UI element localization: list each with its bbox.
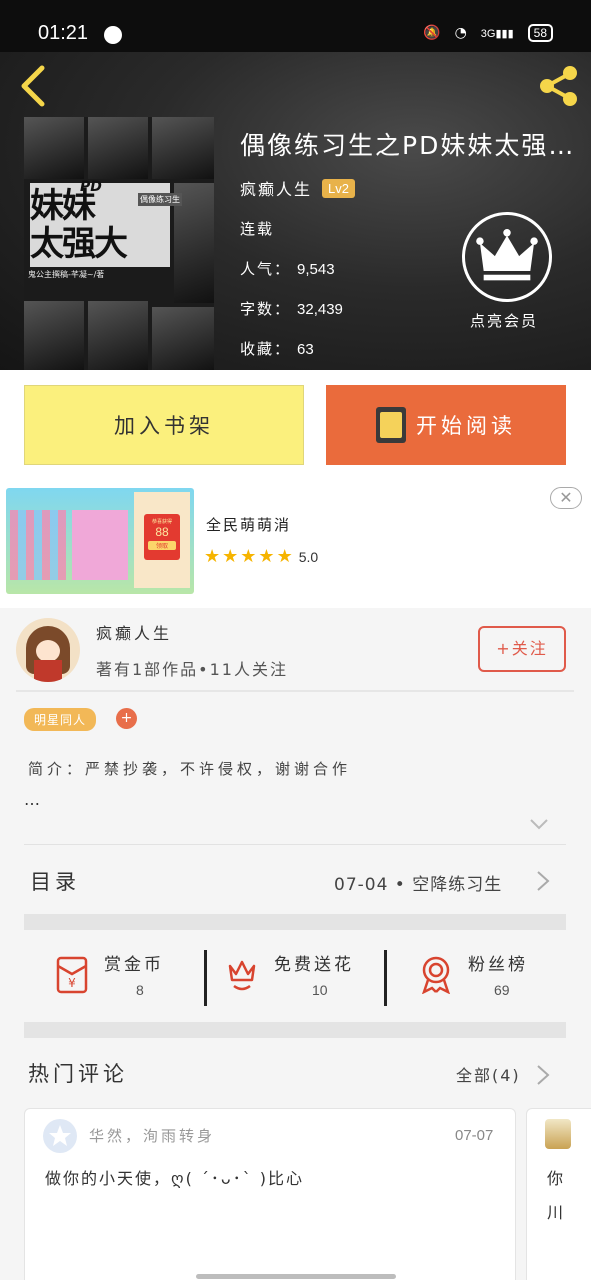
comment-card[interactable]: 你 川 xyxy=(526,1108,591,1280)
comment-text: 川 xyxy=(547,1203,564,1222)
wifi-icon: ◔ xyxy=(454,25,467,41)
star-icon: ★ xyxy=(240,546,257,567)
ad-image[interactable]: 恭喜获得 88 领取 xyxy=(6,488,194,594)
free-flower-value: 10 xyxy=(312,982,328,998)
level-badge: Lv2 xyxy=(322,178,355,198)
vip-button[interactable] xyxy=(462,212,552,302)
book-intro: 简介：严禁抄袭，不许侵权，谢谢合作 xyxy=(28,760,352,778)
popularity: 人气： 9,543 xyxy=(240,260,335,278)
comment-date: 07-07 xyxy=(455,1127,494,1144)
follow-button[interactable]: +关注 xyxy=(478,626,566,672)
star-icon: ★ xyxy=(222,546,239,567)
ad-title[interactable]: 全民萌萌消 xyxy=(206,514,291,535)
commenter-name[interactable]: 华然，洵雨转身 xyxy=(89,1125,215,1146)
ad-rating-value: 5.0 xyxy=(298,548,319,565)
book-icon xyxy=(376,407,406,443)
free-flower-stat[interactable]: 免费送花 10 xyxy=(222,946,402,1016)
commenter-avatar[interactable] xyxy=(43,1119,77,1153)
signal-icon: 3G▮▮▮ xyxy=(480,27,514,40)
flower-icon xyxy=(228,960,256,991)
chevron-down-icon[interactable] xyxy=(530,818,548,830)
author-card-name[interactable]: 疯癫人生 xyxy=(96,620,172,644)
genre-tag[interactable]: 明星同人 xyxy=(24,708,97,731)
star-icon: ★ xyxy=(276,546,293,567)
chevron-right-icon[interactable] xyxy=(536,870,550,892)
red-envelope-icon: ¥ xyxy=(56,956,88,994)
book-status: 连载 xyxy=(240,220,275,238)
section-separator xyxy=(24,1022,566,1038)
start-reading-label: 开始阅读 xyxy=(416,414,516,438)
fan-ranking-stat[interactable]: 粉丝榜 69 xyxy=(416,946,591,1016)
author-name[interactable]: 疯癫人生 xyxy=(240,176,312,200)
fan-ranking-value: 69 xyxy=(494,982,510,998)
cover-title-art: 妹妹 太强大 xyxy=(30,186,128,264)
comment-text: 做你的小天使，ღ( ´･ᴗ･` )比心 xyxy=(45,1169,305,1188)
fan-ranking-label: 粉丝榜 xyxy=(468,955,528,975)
medal-icon xyxy=(422,956,450,994)
cover-seal: 偶像练习生 xyxy=(138,193,182,206)
add-to-shelf-button[interactable]: 加入书架 xyxy=(24,385,304,465)
comment-card[interactable]: 华然，洵雨转身 07-07 做你的小天使，ღ( ´･ᴗ･` )比心 xyxy=(24,1108,516,1280)
reward-coin-label: 赏金币 xyxy=(104,955,164,975)
battery-icon: 58 xyxy=(527,24,553,42)
svg-text:¥: ¥ xyxy=(68,976,76,990)
ad-close-button[interactable]: ✕ xyxy=(550,487,582,509)
globe-icon xyxy=(104,26,122,44)
hot-comments-title: 热门评论 xyxy=(28,1062,128,1086)
author-row[interactable]: 疯癫人生 Lv2 xyxy=(240,176,355,200)
share-icon[interactable] xyxy=(537,64,581,108)
status-bar: 01:21 🔕 ◔ 3G▮▮▮ 58 xyxy=(0,0,591,52)
chevron-right-icon[interactable] xyxy=(536,1064,550,1086)
book-cover[interactable]: PD 妹妹 太强大 鬼公主撰稿-芊凝~/著 偶像练习生 xyxy=(24,117,214,371)
crown-icon xyxy=(476,229,538,281)
reward-coin-value: 8 xyxy=(136,982,144,998)
ad-banner[interactable]: 恭喜获得 88 领取 全民萌萌消 ★ ★ ★ ★ ★ 5.0 ✕ xyxy=(0,480,591,608)
commenter-avatar[interactable] xyxy=(545,1119,571,1149)
home-indicator[interactable] xyxy=(196,1274,396,1279)
intro-ellipsis: … xyxy=(24,790,40,809)
toc-latest-chapter[interactable]: 07-04 • 空降练习生 xyxy=(334,870,502,895)
section-separator xyxy=(24,914,566,930)
favorites: 收藏： 63 xyxy=(240,340,314,358)
word-count: 字数： 32,439 xyxy=(240,300,343,318)
book-header: PD 妹妹 太强大 鬼公主撰稿-芊凝~/著 偶像练习生 偶像练习生之PD妹妹太强… xyxy=(0,52,591,371)
comment-text: 你 xyxy=(547,1169,564,1188)
divider xyxy=(204,950,207,1006)
star-icon: ★ xyxy=(204,546,221,567)
add-tag-button[interactable]: + xyxy=(116,708,137,729)
back-icon[interactable] xyxy=(14,64,54,108)
star-avatar-icon xyxy=(49,1125,71,1146)
mute-icon: 🔕 xyxy=(423,25,441,41)
divider xyxy=(24,844,566,845)
star-icon: ★ xyxy=(258,546,275,567)
book-title: 偶像练习生之PD妹妹太强… xyxy=(240,131,576,160)
start-reading-button[interactable]: 开始阅读 xyxy=(326,385,566,465)
free-flower-label: 免费送花 xyxy=(274,955,354,975)
toc-label[interactable]: 目录 xyxy=(30,866,80,896)
vip-label[interactable]: 点亮会员 xyxy=(470,310,538,331)
divider xyxy=(16,690,574,692)
author-card-info: 著有1部作品•11人关注 xyxy=(96,660,288,679)
status-icons: 🔕 ◔ 3G▮▮▮ 58 xyxy=(423,24,553,42)
stats-row: ¥ 赏金币 8 免费送花 10 粉丝榜 69 xyxy=(24,946,566,1016)
cover-credit: 鬼公主撰稿-芊凝~/著 xyxy=(28,270,105,279)
all-comments-link[interactable]: 全部(4) xyxy=(456,1062,521,1086)
author-avatar[interactable] xyxy=(16,618,80,682)
status-time: 01:21 xyxy=(38,22,89,44)
ad-rating: ★ ★ ★ ★ ★ 5.0 xyxy=(204,546,318,567)
divider xyxy=(384,950,387,1006)
action-bar: 加入书架 开始阅读 xyxy=(0,370,591,480)
ad-red-packet: 恭喜获得 88 领取 xyxy=(144,514,180,560)
close-icon: ✕ xyxy=(559,488,573,507)
